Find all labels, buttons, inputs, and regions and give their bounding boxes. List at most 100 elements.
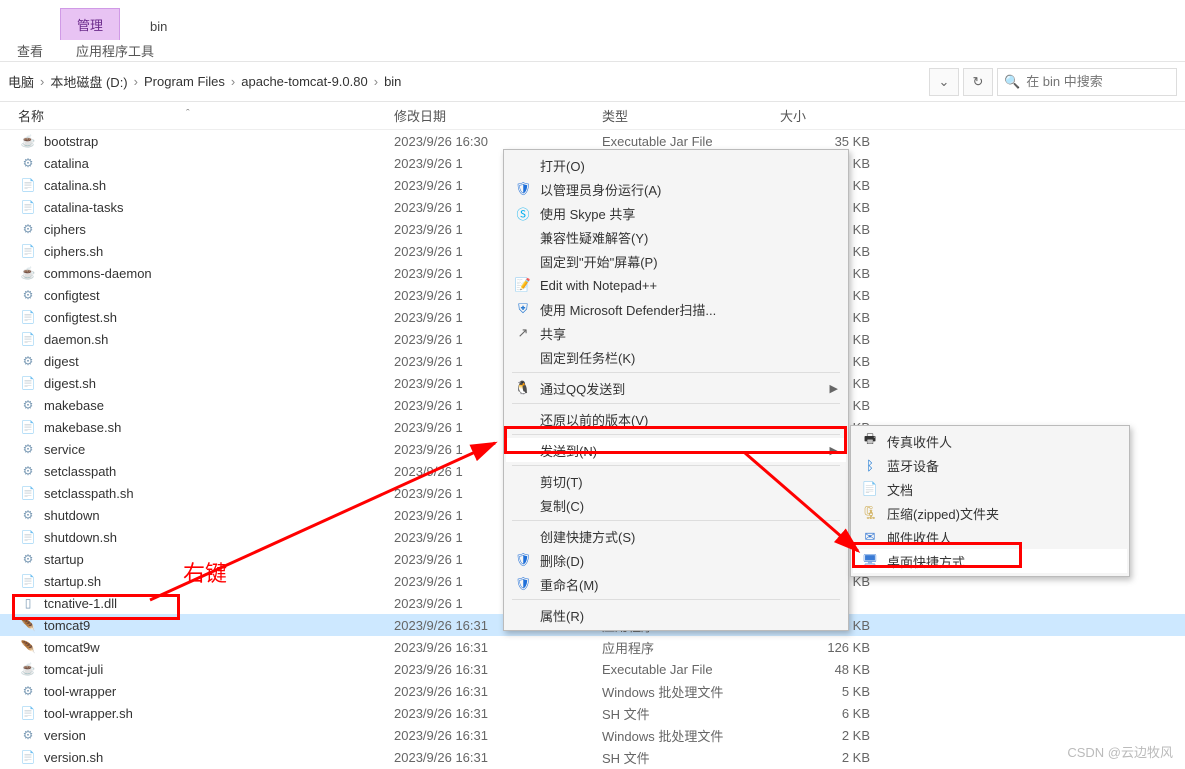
blank-icon xyxy=(512,252,534,270)
bc-pc[interactable]: 电脑 xyxy=(4,72,38,91)
menu-run-admin[interactable]: 🛡以管理员身份运行(A) xyxy=(506,177,846,201)
file-name: ciphers.sh xyxy=(44,244,394,259)
file-name: daemon.sh xyxy=(44,332,394,347)
tab-view[interactable]: 查看 xyxy=(0,37,60,64)
file-date: 2023/9/26 16:31 xyxy=(394,728,602,743)
file-row[interactable]: ⚙tool-wrapper2023/9/26 16:31Windows 批处理文… xyxy=(0,680,1185,702)
sendto-submenu: 🖶传真收件人 ᛒ蓝牙设备 📄文档 🗜压缩(zipped)文件夹 ✉邮件收件人 🖥… xyxy=(850,425,1130,577)
file-icon: 📄 xyxy=(18,199,38,215)
menu-delete[interactable]: 🛡删除(D) xyxy=(506,548,846,572)
file-icon: ⚙ xyxy=(18,683,38,699)
file-row[interactable]: ☕tomcat-juli2023/9/26 16:31Executable Ja… xyxy=(0,658,1185,680)
bc-tomcat[interactable]: apache-tomcat-9.0.80 xyxy=(237,74,371,89)
defender-icon: ⛨ xyxy=(512,300,534,318)
menu-qq-send[interactable]: 🐧通过QQ发送到▶ xyxy=(506,376,846,400)
file-date: 2023/9/26 16:31 xyxy=(394,684,602,699)
file-icon: 📄 xyxy=(18,749,38,765)
file-row[interactable]: ⚙version2023/9/26 16:31Windows 批处理文件2 KB xyxy=(0,724,1185,746)
file-icon: 📄 xyxy=(18,419,38,435)
share-icon: ↗ xyxy=(512,324,534,342)
file-type: SH 文件 xyxy=(602,748,780,767)
file-name: tcnative-1.dll xyxy=(44,596,394,611)
file-name: startup.sh xyxy=(44,574,394,589)
sendto-bluetooth[interactable]: ᛒ蓝牙设备 xyxy=(853,453,1127,477)
col-type[interactable]: 类型 xyxy=(602,106,780,125)
ribbon-row2: 查看 应用程序工具 xyxy=(0,40,1185,62)
menu-pin-start[interactable]: 固定到"开始"屏幕(P) xyxy=(506,249,846,273)
menu-notepad[interactable]: 📝Edit with Notepad++ xyxy=(506,273,846,297)
menu-pin-taskbar[interactable]: 固定到任务栏(K) xyxy=(506,345,846,369)
shield-icon: 🛡 xyxy=(512,575,534,593)
blank-icon xyxy=(512,348,534,366)
watermark: CSDN @云边牧风 xyxy=(1067,742,1173,761)
file-name: tomcat9 xyxy=(44,618,394,633)
blank-icon xyxy=(512,441,534,459)
file-name: catalina-tasks xyxy=(44,200,394,215)
tab-apptools[interactable]: 应用程序工具 xyxy=(60,37,170,64)
file-name: commons-daemon xyxy=(44,266,394,281)
tab-manage[interactable]: 管理 xyxy=(60,8,120,40)
menu-restore[interactable]: 还原以前的版本(V) xyxy=(506,407,846,431)
file-row[interactable]: 📄version.sh2023/9/26 16:31SH 文件2 KB xyxy=(0,746,1185,768)
menu-skype[interactable]: Ⓢ使用 Skype 共享 xyxy=(506,201,846,225)
menu-copy[interactable]: 复制(C) xyxy=(506,493,846,517)
notepad-icon: 📝 xyxy=(512,276,534,294)
file-icon: 🪶 xyxy=(18,617,38,633)
label-bin: bin xyxy=(120,13,183,40)
chevron-right-icon: ▶ xyxy=(830,444,838,457)
file-row[interactable]: 📄tool-wrapper.sh2023/9/26 16:31SH 文件6 KB xyxy=(0,702,1185,724)
menu-send-to[interactable]: 发送到(N)▶ xyxy=(506,438,846,462)
menu-separator xyxy=(512,599,840,600)
search-input[interactable] xyxy=(1026,74,1185,89)
menu-separator xyxy=(512,372,840,373)
sendto-desktop-shortcut[interactable]: 🖥桌面快捷方式 xyxy=(853,549,1127,573)
file-icon: 📄 xyxy=(18,573,38,589)
sendto-zip[interactable]: 🗜压缩(zipped)文件夹 xyxy=(853,501,1127,525)
sendto-fax[interactable]: 🖶传真收件人 xyxy=(853,429,1127,453)
col-size[interactable]: 大小 xyxy=(780,106,900,125)
menu-properties[interactable]: 属性(R) xyxy=(506,603,846,627)
col-name[interactable]: 名称ˆ xyxy=(18,106,394,125)
file-icon: ⚙ xyxy=(18,551,38,567)
file-icon: 🪶 xyxy=(18,639,38,655)
breadcrumb[interactable]: 电脑› 本地磁盘 (D:)› Program Files› apache-tom… xyxy=(0,72,929,91)
ribbon-tabs: 管理 bin xyxy=(0,0,1185,40)
menu-separator xyxy=(512,520,840,521)
menu-share[interactable]: ↗共享 xyxy=(506,321,846,345)
file-name: digest.sh xyxy=(44,376,394,391)
file-icon: ⚙ xyxy=(18,353,38,369)
bc-bin[interactable]: bin xyxy=(380,74,405,89)
chevron-right-icon: ▶ xyxy=(830,382,838,395)
file-row[interactable]: 🪶tomcat9w2023/9/26 16:31应用程序126 KB xyxy=(0,636,1185,658)
bc-pf[interactable]: Program Files xyxy=(140,74,229,89)
search-icon: 🔍 xyxy=(1004,74,1020,90)
file-icon: 📄 xyxy=(18,309,38,325)
menu-cut[interactable]: 剪切(T) xyxy=(506,469,846,493)
blank-icon xyxy=(512,496,534,514)
file-icon: ⚙ xyxy=(18,397,38,413)
navbar: 电脑› 本地磁盘 (D:)› Program Files› apache-tom… xyxy=(0,62,1185,102)
menu-defender[interactable]: ⛨使用 Microsoft Defender扫描... xyxy=(506,297,846,321)
file-icon: ☕ xyxy=(18,265,38,281)
sendto-documents[interactable]: 📄文档 xyxy=(853,477,1127,501)
col-date[interactable]: 修改日期 xyxy=(394,106,602,125)
file-date: 2023/9/26 16:30 xyxy=(394,134,602,149)
tab-blank xyxy=(0,28,60,40)
bluetooth-icon: ᛒ xyxy=(859,456,881,474)
bc-drive[interactable]: 本地磁盘 (D:) xyxy=(46,72,131,91)
file-size: 35 KB xyxy=(780,134,870,149)
file-icon: 📄 xyxy=(18,529,38,545)
mail-icon: ✉ xyxy=(859,528,881,546)
file-icon: 📄 xyxy=(18,485,38,501)
file-name: tool-wrapper.sh xyxy=(44,706,394,721)
search-box[interactable]: 🔍 xyxy=(997,68,1177,96)
refresh-button[interactable]: ↻ xyxy=(963,68,993,96)
history-dropdown[interactable]: ⌄ xyxy=(929,68,959,96)
menu-rename[interactable]: 🛡重命名(M) xyxy=(506,572,846,596)
file-icon: ⚙ xyxy=(18,441,38,457)
chevron-icon: › xyxy=(38,74,46,89)
menu-open[interactable]: 打开(O) xyxy=(506,153,846,177)
menu-compat[interactable]: 兼容性疑难解答(Y) xyxy=(506,225,846,249)
sendto-mail[interactable]: ✉邮件收件人 xyxy=(853,525,1127,549)
menu-create-shortcut[interactable]: 创建快捷方式(S) xyxy=(506,524,846,548)
